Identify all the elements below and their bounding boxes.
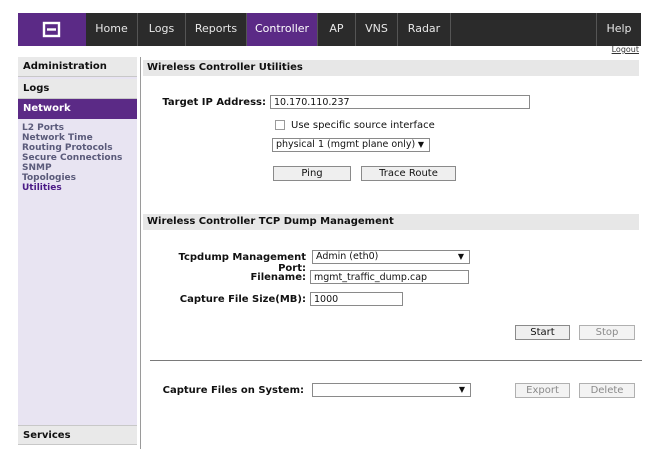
sidebar-link-network-time[interactable]: Network Time xyxy=(22,133,93,143)
capture-size-input[interactable] xyxy=(310,292,403,306)
target-ip-input[interactable] xyxy=(270,95,530,109)
tab-logs[interactable]: Logs xyxy=(138,13,186,46)
tab-home[interactable]: Home xyxy=(86,13,138,46)
target-ip-label: Target IP Address: xyxy=(162,97,266,108)
tcpdump-port-value: Admin (eth0) xyxy=(316,251,379,262)
sidebar-item-logs[interactable]: Logs xyxy=(18,79,137,99)
capture-files-select[interactable]: ▼ xyxy=(312,383,471,397)
logo[interactable] xyxy=(18,13,86,46)
tab-reports[interactable]: Reports xyxy=(186,13,247,46)
tab-vns[interactable]: VNS xyxy=(356,13,398,46)
tcpdump-section-title: Wireless Controller TCP Dump Management xyxy=(143,214,639,230)
ping-button[interactable]: Ping xyxy=(273,166,351,181)
extreme-logo-icon xyxy=(42,21,61,38)
sidebar-link-secure-connections[interactable]: Secure Connections xyxy=(22,153,122,163)
tab-help[interactable]: Help xyxy=(596,13,641,46)
interface-select-value: physical 1 (mgmt plane only) xyxy=(276,139,416,150)
start-button[interactable]: Start xyxy=(515,325,570,340)
sidebar-link-routing-protocols[interactable]: Routing Protocols xyxy=(22,143,113,153)
specific-source-checkbox[interactable] xyxy=(275,120,285,130)
capture-files-label: Capture Files on System: xyxy=(162,385,304,396)
export-button[interactable]: Export xyxy=(515,383,570,398)
specific-source-label: Use specific source interface xyxy=(291,120,435,131)
sidebar-link-utilities[interactable]: Utilities xyxy=(22,183,62,193)
sidebar-link-l2-ports[interactable]: L2 Ports xyxy=(22,123,64,133)
sidebar-item-administration[interactable]: Administration xyxy=(18,57,137,77)
filename-label: Filename: xyxy=(250,272,306,283)
utilities-section-title: Wireless Controller Utilities xyxy=(143,60,639,76)
interface-select[interactable]: physical 1 (mgmt plane only) ▼ xyxy=(272,138,430,152)
section-divider xyxy=(150,360,642,361)
tab-ap[interactable]: AP xyxy=(318,13,356,46)
sidebar-link-snmp[interactable]: SNMP xyxy=(22,163,52,173)
sidebar-divider xyxy=(140,57,141,449)
tcpdump-port-select[interactable]: Admin (eth0) ▼ xyxy=(312,250,470,264)
filename-input[interactable] xyxy=(310,270,469,284)
chevron-down-icon: ▼ xyxy=(457,252,464,261)
delete-button[interactable]: Delete xyxy=(579,383,635,398)
tab-radar[interactable]: Radar xyxy=(398,13,451,46)
trace-route-button[interactable]: Trace Route xyxy=(361,166,456,181)
sidebar-item-services[interactable]: Services xyxy=(18,425,137,445)
tab-controller[interactable]: Controller xyxy=(247,13,318,46)
logout-link[interactable]: Logout xyxy=(612,45,639,54)
tcpdump-port-label: Tcpdump Management Port: xyxy=(178,252,306,274)
sidebar-item-network[interactable]: Network xyxy=(18,99,137,119)
stop-button[interactable]: Stop xyxy=(579,325,635,340)
sidebar-link-topologies[interactable]: Topologies xyxy=(22,173,76,183)
chevron-down-icon: ▼ xyxy=(458,385,465,394)
chevron-down-icon: ▼ xyxy=(417,140,424,149)
capture-size-label: Capture File Size(MB): xyxy=(179,294,306,305)
